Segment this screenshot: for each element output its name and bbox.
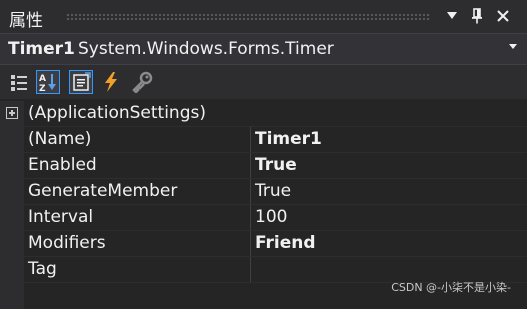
- column-divider[interactable]: [250, 127, 251, 153]
- property-value[interactable]: 100: [255, 207, 287, 227]
- column-divider[interactable]: [250, 153, 251, 179]
- property-name: (Name): [28, 129, 92, 149]
- svg-text:A: A: [39, 74, 46, 84]
- property-value[interactable]: Timer1: [255, 129, 322, 149]
- row-gutter: [0, 205, 24, 231]
- property-name: Modifiers: [28, 233, 106, 253]
- row-gutter: [0, 231, 24, 257]
- events-icon[interactable]: [99, 70, 123, 94]
- property-row-modifiers[interactable]: Modifiers Friend: [0, 231, 527, 257]
- property-value[interactable]: True: [255, 155, 297, 175]
- property-value[interactable]: Friend: [255, 233, 316, 253]
- expand-plus-icon[interactable]: [6, 107, 18, 119]
- row-gutter: [0, 283, 24, 309]
- chevron-down-icon[interactable]: [509, 42, 517, 53]
- column-divider[interactable]: [250, 231, 251, 257]
- object-selector[interactable]: Timer1 System.Windows.Forms.Timer: [0, 33, 527, 65]
- row-gutter: [0, 127, 24, 153]
- column-divider[interactable]: [250, 257, 251, 283]
- panel-title: 属性: [9, 11, 43, 31]
- object-name: Timer1: [8, 39, 75, 59]
- property-row-application-settings[interactable]: (ApplicationSettings): [0, 101, 527, 127]
- property-name: Tag: [28, 259, 57, 279]
- column-divider[interactable]: [250, 179, 251, 205]
- categorized-icon[interactable]: [7, 70, 31, 94]
- watermark: CSDN @-小柒不是小染-: [391, 281, 511, 294]
- dropdown-icon[interactable]: [441, 4, 463, 28]
- property-row-generate-member[interactable]: GenerateMember True: [0, 179, 527, 205]
- row-gutter: [0, 257, 24, 283]
- property-pages-icon[interactable]: [130, 70, 154, 94]
- property-name: Enabled: [28, 155, 97, 175]
- property-value[interactable]: True: [255, 181, 291, 201]
- property-grid: (ApplicationSettings) (Name) Timer1 Enab…: [0, 101, 527, 309]
- row-gutter: [0, 153, 24, 179]
- property-row-name[interactable]: (Name) Timer1: [0, 127, 527, 153]
- properties-icon[interactable]: [69, 70, 93, 94]
- alphabetical-icon[interactable]: A Z: [36, 70, 60, 94]
- property-name: Interval: [28, 207, 94, 227]
- title-bar: 属性: [0, 0, 527, 33]
- pin-icon[interactable]: [466, 4, 488, 28]
- drag-grip[interactable]: [66, 13, 431, 21]
- property-row-interval[interactable]: Interval 100: [0, 205, 527, 231]
- property-name: GenerateMember: [28, 181, 178, 201]
- property-name: (ApplicationSettings): [28, 103, 206, 123]
- close-icon[interactable]: [492, 4, 514, 28]
- row-gutter: [0, 179, 24, 205]
- object-type: System.Windows.Forms.Timer: [78, 39, 334, 59]
- svg-text:Z: Z: [39, 84, 46, 92]
- toolbar: A Z: [0, 65, 527, 99]
- property-row-enabled[interactable]: Enabled True: [0, 153, 527, 179]
- column-divider[interactable]: [250, 205, 251, 231]
